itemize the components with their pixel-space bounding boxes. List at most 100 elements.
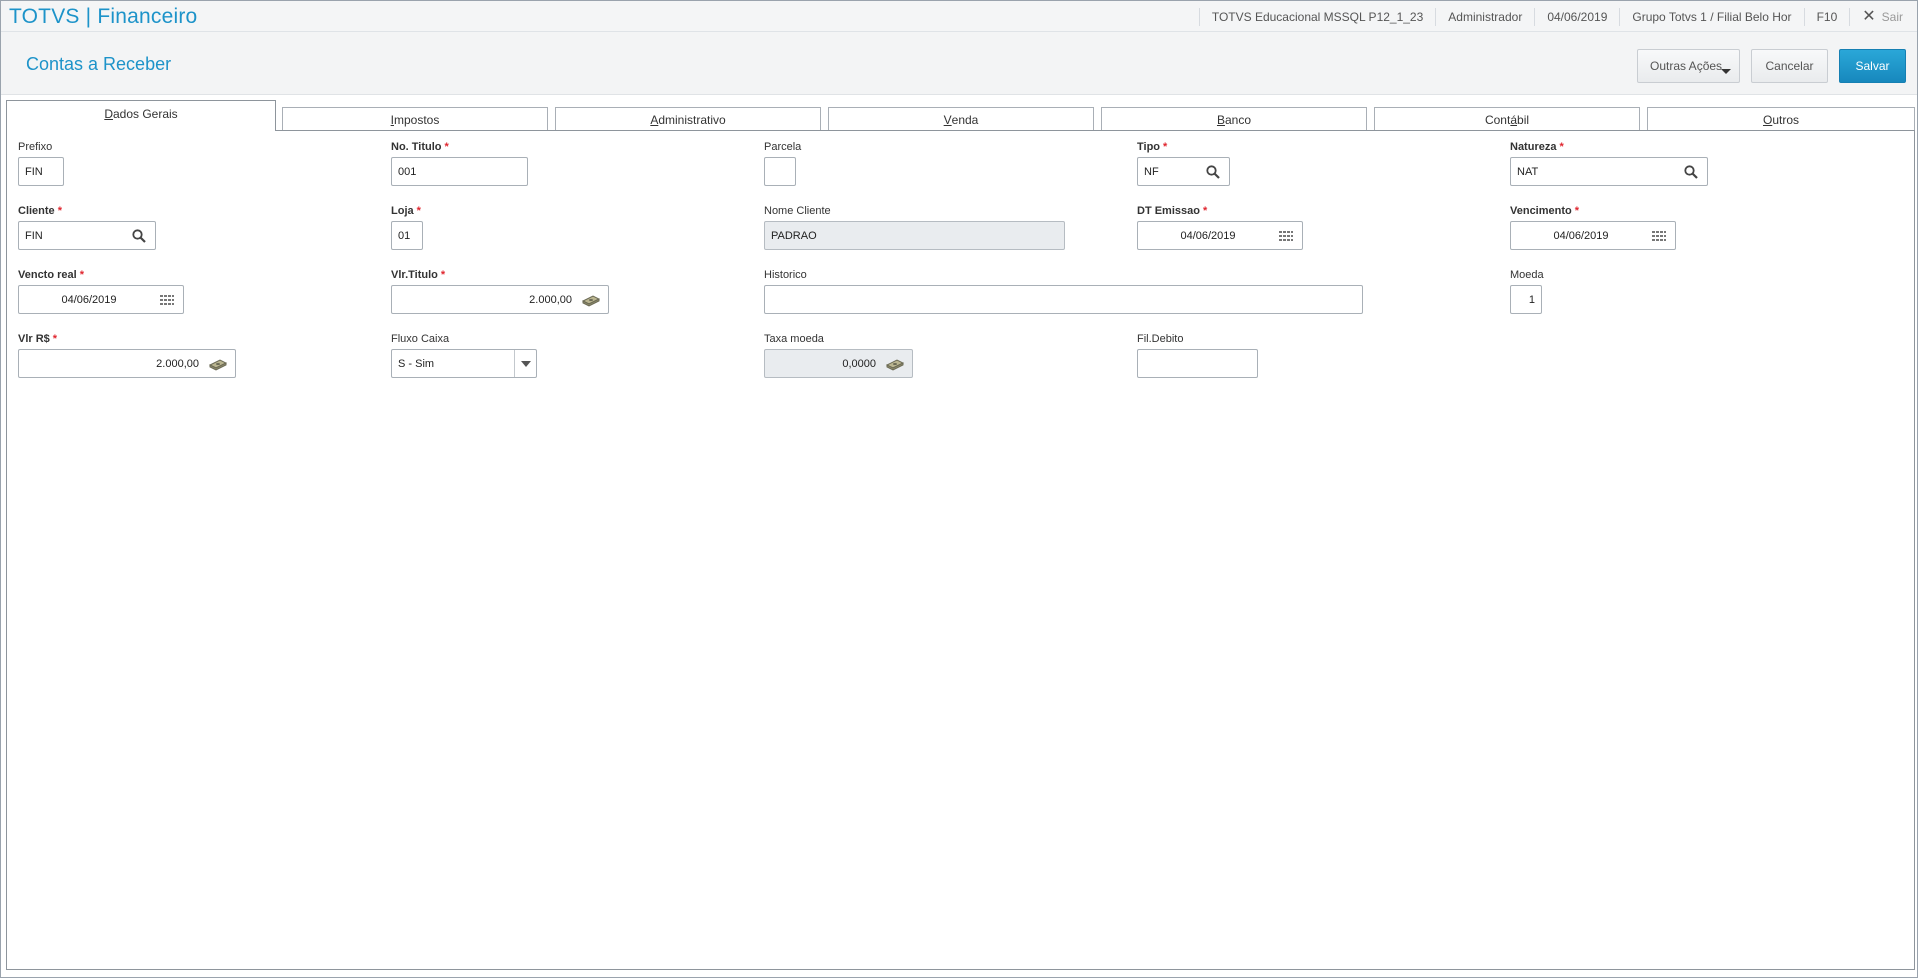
taxa-moeda-input[interactable]: 0,0000 <box>764 349 913 378</box>
dt-emissao-input[interactable]: 04/06/2019 <box>1137 221 1303 250</box>
no-titulo-input[interactable]: 001 <box>391 157 528 186</box>
field-vlr-rs: Vlr R$ * 2.000,00 <box>18 332 236 378</box>
required-marker: * <box>440 269 446 281</box>
vencimento-input[interactable]: 04/06/2019 <box>1510 221 1676 250</box>
vencimento-label-text: Vencimento <box>1510 205 1572 217</box>
field-cliente: Cliente * FIN <box>18 204 156 250</box>
vencto-real-label: Vencto real * <box>18 268 184 282</box>
money-icon[interactable] <box>886 356 904 372</box>
required-marker: * <box>444 141 449 153</box>
natureza-input[interactable]: NAT <box>1510 157 1708 186</box>
natureza-label-text: Natureza <box>1510 141 1557 153</box>
tab-contabil[interactable]: Cont á bil <box>1374 107 1640 131</box>
tab-label-pre: Cont <box>1484 112 1511 127</box>
tab-label-post: enda <box>951 112 979 127</box>
calendar-icon[interactable] <box>1278 228 1294 244</box>
vencimento-value: 04/06/2019 <box>1553 229 1609 242</box>
cliente-label: Cliente * <box>18 204 156 218</box>
calendar-icon[interactable] <box>1651 228 1667 244</box>
vencto-real-label-text: Vencto real <box>18 269 77 281</box>
parcela-input[interactable] <box>764 157 796 186</box>
form-panel: Prefixo FIN No. Titulo * 001 Parcela Tipo… <box>6 130 1915 970</box>
tab-label-hotkey: A <box>650 112 659 127</box>
cliente-input[interactable]: FIN <box>18 221 156 250</box>
tab-label-hotkey: V <box>943 112 952 127</box>
nome-cliente-input[interactable]: PADRAO <box>764 221 1065 250</box>
vlr-titulo-input[interactable]: 2.000,00 <box>391 285 609 314</box>
loja-label: Loja * <box>391 204 423 218</box>
vencimento-label: Vencimento * <box>1510 204 1676 218</box>
prefixo-input[interactable]: FIN <box>18 157 64 186</box>
no-titulo-label-text: No. Titulo <box>391 141 442 153</box>
search-icon[interactable] <box>131 228 147 244</box>
search-icon[interactable] <box>1683 164 1699 180</box>
taxa-moeda-value: 0,0000 <box>842 357 876 370</box>
tab-administrativo[interactable]: Administrativo <box>555 107 821 131</box>
tab-label-post: mpostos <box>393 112 440 127</box>
field-vencto-real: Vencto real * 04/06/2019 <box>18 268 184 314</box>
vlr-rs-input[interactable]: 2.000,00 <box>18 349 236 378</box>
save-button[interactable]: Salvar <box>1839 49 1906 83</box>
moeda-input[interactable]: 1 <box>1510 285 1542 314</box>
session-info: TOTVS Educacional MSSQL P12_1_23 Adminis… <box>1198 1 1917 32</box>
fil-debito-input[interactable] <box>1137 349 1258 378</box>
taxa-moeda-label: Taxa moeda <box>764 333 824 345</box>
tipo-label: Tipo * <box>1137 140 1230 154</box>
vlr-rs-value: 2.000,00 <box>156 357 199 370</box>
page-title: Contas a Receber <box>26 54 172 74</box>
user-label[interactable]: Administrador <box>1435 7 1534 26</box>
folder-tabs: Dados Gerais Impostos Administrativo Ven… <box>6 100 1915 131</box>
field-loja: Loja * 01 <box>391 204 423 250</box>
calendar-icon[interactable] <box>159 292 175 308</box>
historico-input[interactable] <box>764 285 1363 314</box>
fluxo-caixa-select[interactable]: S - Sim <box>391 349 537 378</box>
required-marker: * <box>1163 141 1168 153</box>
tab-label-post: ados Gerais <box>112 107 178 121</box>
tab-outros[interactable]: Outros <box>1647 107 1915 131</box>
cliente-value: FIN <box>25 229 43 242</box>
money-icon[interactable] <box>209 356 227 372</box>
required-marker: * <box>1574 205 1580 217</box>
tab-dados-gerais[interactable]: Dados Gerais <box>6 100 276 131</box>
money-icon[interactable] <box>582 292 600 308</box>
date-label[interactable]: 04/06/2019 <box>1534 7 1619 26</box>
vencto-real-input[interactable]: 04/06/2019 <box>18 285 184 314</box>
field-nome-cliente: Nome Cliente PADRAO <box>764 204 1065 250</box>
environment-label[interactable]: TOTVS Educacional MSSQL P12_1_23 <box>1198 7 1435 26</box>
fluxo-caixa-label: Fluxo Caixa <box>391 333 450 345</box>
dt-emissao-label: DT Emissao * <box>1137 204 1303 218</box>
tab-label-hotkey: D <box>104 107 113 121</box>
tab-banco[interactable]: Banco <box>1101 107 1367 131</box>
prefixo-label: Prefixo <box>18 141 53 153</box>
tab-label-post: bil <box>1517 112 1530 127</box>
field-prefixo: Prefixo FIN <box>18 140 64 186</box>
field-fil-debito: Fil.Debito <box>1137 332 1258 378</box>
field-vencimento: Vencimento * 04/06/2019 <box>1510 204 1676 250</box>
loja-label-text: Loja <box>391 205 414 217</box>
dt-emissao-label-text: DT Emissao <box>1137 205 1200 217</box>
more-actions-button[interactable]: Outras Ações <box>1637 49 1740 83</box>
chevron-down-icon[interactable] <box>514 350 536 377</box>
fluxo-caixa-value: S - Sim <box>398 357 435 370</box>
field-dt-emissao: DT Emissao * 04/06/2019 <box>1137 204 1303 250</box>
tab-label-post: dministrativo <box>658 112 726 127</box>
shortcut-f10-label[interactable]: F10 <box>1803 7 1850 26</box>
tab-impostos[interactable]: Impostos <box>282 107 548 131</box>
branch-label[interactable]: Grupo Totvs 1 / Filial Belo Hor <box>1619 7 1803 26</box>
page-header: Contas a Receber Outras Ações Cancelar S… <box>1 32 1917 95</box>
vlr-titulo-label: Vlr.Titulo * <box>391 268 609 282</box>
close-icon: ✕ <box>1862 7 1876 25</box>
field-moeda: Moeda 1 <box>1510 268 1544 314</box>
app-title: TOTVS | Financeiro <box>9 5 198 28</box>
tipo-value: NF <box>1144 165 1159 178</box>
exit-label: Sair <box>1881 9 1903 24</box>
search-icon[interactable] <box>1205 164 1221 180</box>
required-marker: * <box>416 205 421 217</box>
tipo-input[interactable]: NF <box>1137 157 1230 186</box>
cancel-button[interactable]: Cancelar <box>1751 49 1828 83</box>
exit-button[interactable]: ✕ Sair <box>1849 7 1917 26</box>
tab-venda[interactable]: Venda <box>828 107 1094 131</box>
vlr-titulo-label-text: Vlr.Titulo <box>391 269 438 281</box>
top-bar: TOTVS | Financeiro TOTVS Educacional MSS… <box>1 1 1917 32</box>
loja-input[interactable]: 01 <box>391 221 423 250</box>
